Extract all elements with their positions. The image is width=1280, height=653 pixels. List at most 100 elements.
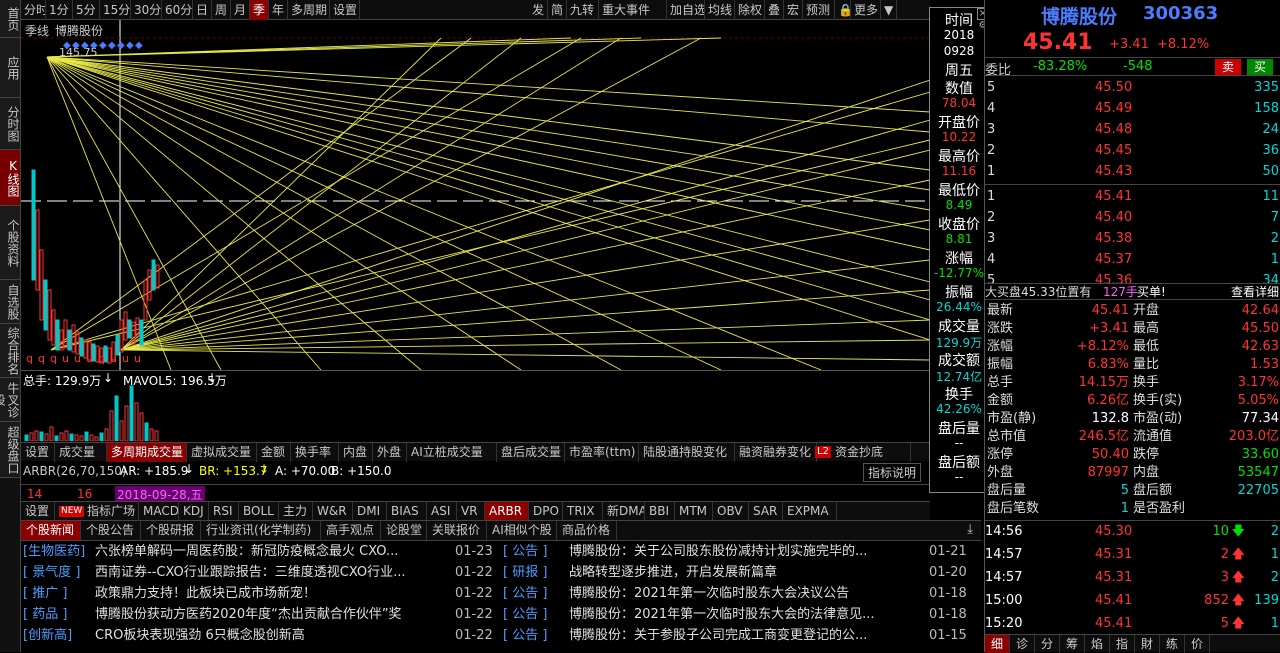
toolbar-right-button-3[interactable]: 重大事件 xyxy=(599,0,667,20)
news-tab-4[interactable]: 高手观点 xyxy=(321,521,381,540)
news-title[interactable]: 六张榜单解码一周医药股：新冠防疫概念最火 CXO... xyxy=(95,541,463,562)
quote-bottom-tab-1[interactable]: 诊 xyxy=(1010,635,1035,653)
sell-button[interactable]: 卖 xyxy=(1215,59,1241,75)
volume-tab-2[interactable]: 多周期成交量 xyxy=(107,443,187,462)
left-nav-tab[interactable]: 超级盘口 xyxy=(0,422,20,478)
period-tab-6[interactable]: 日 xyxy=(193,0,212,20)
left-nav-tab[interactable]: 牛叉诊股 xyxy=(0,378,20,422)
news-title[interactable]: 西南证券--CXO行业跟踪报告：三维度透视CXO行业... xyxy=(95,562,463,583)
volume-tab-11[interactable]: 陆股通持股变化 xyxy=(639,443,735,462)
toolbar-right-button-4[interactable]: 加自选 xyxy=(667,0,705,20)
toolbar-right-button-5[interactable]: 均线 xyxy=(705,0,735,20)
volume-tab-1[interactable]: 成交量 xyxy=(55,443,107,462)
indicator-explain-button[interactable]: 指标说明 xyxy=(863,463,922,482)
toolbar-right-button-0[interactable]: 发 xyxy=(529,0,548,20)
period-tab-9[interactable]: 季 xyxy=(250,0,269,20)
indicator-tab-18[interactable]: SAR xyxy=(749,502,783,521)
toolbar-right-button-6[interactable]: 除权 xyxy=(735,0,765,20)
quote-bottom-tab-5[interactable]: 指 xyxy=(1110,635,1135,653)
left-nav-tab[interactable]: 综合排名 xyxy=(0,324,20,378)
volume-tab-9[interactable]: 盘后成交量 xyxy=(497,443,565,462)
volume-panel[interactable]: 总手: 129.9万 ↓ MAVOL5: 196.5万 ↓ xyxy=(21,370,930,442)
kline-chart-area[interactable]: 季线 博腾股份 145.75 ◆ ◆ ◆ ◆ ◆ ◆ ◆ ◆ ◆ q q q u u u q u u u xyxy=(21,20,930,370)
period-tab-8[interactable]: 月 xyxy=(231,0,250,20)
period-tab-7[interactable]: 周 xyxy=(212,0,231,20)
indicator-settings-button[interactable]: 设置 xyxy=(21,502,55,521)
volume-tab-5[interactable]: 换手率 xyxy=(291,443,339,462)
indicator-tab-2[interactable]: KDJ xyxy=(179,502,209,521)
volume-tab-7[interactable]: 外盘 xyxy=(373,443,407,462)
period-tab-5[interactable]: 60分 xyxy=(162,0,193,20)
volume-tab-12[interactable]: 融资融券变化 xyxy=(735,443,817,462)
volume-tab-3[interactable]: 虚拟成交量 xyxy=(187,443,257,462)
indicator-tab-5[interactable]: 主力 xyxy=(279,502,313,521)
indicator-tab-8[interactable]: BIAS xyxy=(387,502,427,521)
news-title[interactable]: 政策鼎力支持！此板块已成市场新宠！ xyxy=(95,583,463,604)
toolbar-right-button-1[interactable]: 简 xyxy=(548,0,567,20)
volume-tab-8[interactable]: AI立桩成交量 xyxy=(407,443,497,462)
left-nav-tab[interactable]: 首页 xyxy=(0,0,20,38)
announcement-title[interactable]: 博腾股份：2021年第一次临时股东大会的法律意见... xyxy=(569,604,913,625)
download-icon[interactable]: ⤓ xyxy=(967,522,973,537)
quote-bottom-tab-2[interactable]: 分 xyxy=(1035,635,1060,653)
quote-bottom-tab-8[interactable]: 价 xyxy=(1185,635,1210,653)
arbr-panel[interactable]: ARBR(26,70,150) AR: +185.9 ↓ BR: +153.7 … xyxy=(21,461,930,484)
left-nav-tab[interactable]: 分时图 xyxy=(0,98,20,150)
view-detail-link[interactable]: 查看详细 xyxy=(1231,284,1279,300)
announcement-title[interactable]: 博腾股份：关于公司股东股份减持计划实施完毕的... xyxy=(569,541,913,562)
news-tab-2[interactable]: 个股研报 xyxy=(141,521,201,540)
toolbar-right-button-2[interactable]: 九转 xyxy=(567,0,599,20)
announcement-title[interactable]: 博腾股份：关于参股子公司完成工商变更登记的公... xyxy=(569,625,913,646)
quote-bottom-tab-4[interactable]: 焰 xyxy=(1085,635,1110,653)
news-title[interactable]: CRO板块表现强劲 6只概念股创新高 xyxy=(95,625,463,646)
quote-bottom-tab-3[interactable]: 筹 xyxy=(1060,635,1085,653)
news-tab-0[interactable]: 个股新闻 xyxy=(21,521,81,540)
volume-tab-0[interactable]: 设置 xyxy=(21,443,55,462)
period-tab-2[interactable]: 5分 xyxy=(73,0,100,20)
indicator-tab-0[interactable]: 指标广场 xyxy=(83,502,139,521)
indicator-tab-3[interactable]: RSI xyxy=(209,502,239,521)
left-nav-tab[interactable]: 个股资料 xyxy=(0,206,20,280)
toolbar-right-button-7[interactable]: 叠 xyxy=(765,0,784,20)
indicator-tab-19[interactable]: EXPMA xyxy=(783,502,837,521)
quote-bottom-tab-7[interactable]: 练 xyxy=(1160,635,1185,653)
announcement-item[interactable]: [ 公告 ] 博腾股份：关于参股子公司完成工商变更登记的公... 01-15 xyxy=(501,625,981,646)
announcement-item[interactable]: [ 公告 ] 博腾股份：2021年第一次临时股东大会的法律意见... 01-18 xyxy=(501,604,981,625)
quote-bottom-tab-0[interactable]: 细 xyxy=(985,635,1010,653)
period-tab-0[interactable]: 分时 xyxy=(21,0,46,20)
period-tab-12[interactable]: 设置 xyxy=(330,0,360,20)
indicator-tab-14[interactable]: 新DMA xyxy=(603,502,645,521)
lock-icon[interactable]: 🔒 xyxy=(835,0,851,20)
volume-tab-13[interactable]: 资金抄底 xyxy=(831,443,911,462)
indicator-tab-15[interactable]: BBI xyxy=(645,502,675,521)
indicator-tab-11[interactable]: ARBR xyxy=(485,502,529,521)
announcement-item[interactable]: [ 公告 ] 博腾股份：关于公司股东股份减持计划实施完毕的... 01-21 xyxy=(501,541,981,562)
volume-tab-10[interactable]: 市盈率(ttm) xyxy=(565,443,639,462)
left-nav-tab[interactable]: K线图 xyxy=(0,150,20,206)
indicator-tab-6[interactable]: W&R xyxy=(313,502,353,521)
volume-tab-4[interactable]: 金额 xyxy=(257,443,291,462)
period-tab-10[interactable]: 年 xyxy=(269,0,288,20)
period-tab-3[interactable]: 15分 xyxy=(100,0,131,20)
news-tab-6[interactable]: 关联报价 xyxy=(427,521,487,540)
toolbar-right-button-8[interactable]: 宏 xyxy=(784,0,803,20)
news-tab-5[interactable]: 论股堂 xyxy=(381,521,427,540)
announcement-item[interactable]: [ 研报 ] 战略转型逐步推进，开启发展新篇章 01-20 xyxy=(501,562,981,583)
news-title[interactable]: 博腾股份获动方医药2020年度“杰出贡献合作伙伴”奖 xyxy=(95,604,463,625)
indicator-tab-7[interactable]: DMI xyxy=(353,502,387,521)
indicator-tab-9[interactable]: ASI xyxy=(427,502,457,521)
toolbar-right-button-10[interactable]: 更多 xyxy=(851,0,881,20)
announcement-title[interactable]: 博腾股份：2021年第一次临时股东大会决议公告 xyxy=(569,583,913,604)
indicator-tab-1[interactable]: MACD xyxy=(139,502,179,521)
dropdown-arrow-icon[interactable]: ▼ xyxy=(881,0,897,20)
indicator-tab-4[interactable]: BOLL xyxy=(239,502,279,521)
volume-tab-6[interactable]: 内盘 xyxy=(339,443,373,462)
left-nav-tab[interactable]: 自选股 xyxy=(0,280,20,324)
period-tab-11[interactable]: 多周期 xyxy=(288,0,330,20)
indicator-tab-12[interactable]: DPO xyxy=(529,502,563,521)
news-tab-3[interactable]: 行业资讯(化学制药) xyxy=(201,521,321,540)
news-tab-1[interactable]: 个股公告 xyxy=(81,521,141,540)
left-nav-tab[interactable]: 应用 xyxy=(0,38,20,98)
quote-bottom-tab-6[interactable]: 財 xyxy=(1135,635,1160,653)
announcement-title[interactable]: 战略转型逐步推进，开启发展新篇章 xyxy=(569,562,913,583)
